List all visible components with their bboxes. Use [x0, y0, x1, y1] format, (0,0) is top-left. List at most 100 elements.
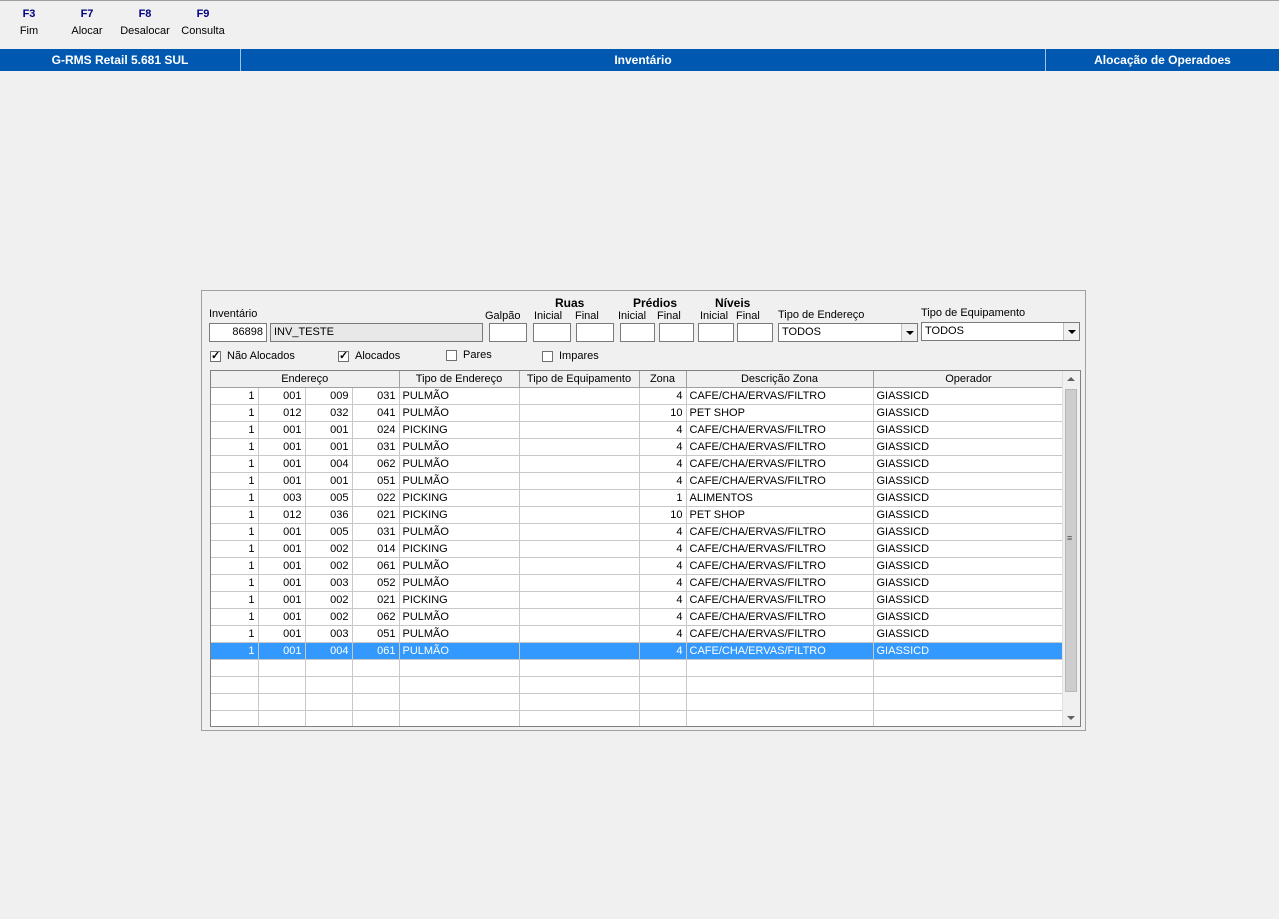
column-header-tipo-equipamento[interactable]: Tipo de Equipamento: [519, 371, 640, 388]
fkey-code: F7: [80, 8, 94, 20]
tipo-equipamento-select[interactable]: TODOS: [921, 322, 1080, 341]
table-row[interactable]: 1 001 009 031 PULMÃO 4 CAFE/CHA/ERVAS/FILTRO GI…: [211, 387, 1065, 405]
table-row[interactable]: 1 001 001 031 PULMÃO 4 CAFE/CHA/ERVAS/FILTRO GI…: [211, 438, 1065, 456]
table-cell: [519, 659, 640, 677]
table-row[interactable]: 1 001 004 062 PULMÃO 4 CAFE/CHA/ERVAS/FILTRO GI…: [211, 455, 1065, 473]
fim-button[interactable]: F3 Fim: [10, 6, 48, 40]
niveis-final-label: Final: [736, 310, 760, 322]
predios-inicial-field[interactable]: [620, 323, 655, 342]
empty-row[interactable]: [211, 659, 1065, 677]
table-row[interactable]: 1 001 005 031 PULMÃO 4 CAFE/CHA/ERVAS/FILTRO GI…: [211, 523, 1065, 541]
table-cell: 001: [305, 421, 353, 439]
column-header-zona[interactable]: Zona: [639, 371, 687, 388]
pares-checkbox[interactable]: Pares: [446, 349, 492, 361]
table-cell: [519, 506, 640, 524]
alocar-button[interactable]: F7 Alocar: [64, 6, 110, 40]
ruas-final-field[interactable]: [576, 323, 614, 342]
table-cell: 032: [305, 404, 353, 422]
table-row[interactable]: 1 001 002 021 PICKING 4 CAFE/CHA/ERVAS/FILTRO G…: [211, 591, 1065, 609]
tipo-endereco-select[interactable]: TODOS: [778, 323, 918, 342]
table-cell: GIASSICD: [873, 455, 1065, 473]
table-row[interactable]: 1 001 001 051 PULMÃO 4 CAFE/CHA/ERVAS/FILTRO GI…: [211, 472, 1065, 490]
table-cell: CAFE/CHA/ERVAS/FILTRO: [686, 421, 874, 439]
table-row[interactable]: 1 001 002 062 PULMÃO 4 CAFE/CHA/ERVAS/FILTRO GI…: [211, 608, 1065, 626]
table-row[interactable]: 1 001 002 014 PICKING 4 CAFE/CHA/ERVAS/FILTRO G…: [211, 540, 1065, 558]
table-row[interactable]: 1 001 003 052 PULMÃO 4 CAFE/CHA/ERVAS/FILTRO GI…: [211, 574, 1065, 592]
galpao-field[interactable]: [489, 323, 527, 342]
table-cell: [519, 608, 640, 626]
table-row[interactable]: 1 001 001 024 PICKING 4 CAFE/CHA/ERVAS/FILTRO G…: [211, 421, 1065, 439]
table-row[interactable]: 1 001 004 061 PULMÃO 4 CAFE/CHA/ERVAS/FILTRO GI…: [211, 642, 1065, 660]
table-cell: GIASSICD: [873, 642, 1065, 660]
empty-row[interactable]: [211, 693, 1065, 711]
consulta-button[interactable]: F9 Consulta: [176, 6, 230, 40]
table-cell: [519, 574, 640, 592]
scroll-down-icon[interactable]: [1067, 716, 1075, 720]
table-cell: ALIMENTOS: [686, 489, 874, 507]
checkbox-icon[interactable]: [446, 349, 457, 361]
checkbox-icon[interactable]: [542, 350, 553, 362]
table-cell: CAFE/CHA/ERVAS/FILTRO: [686, 574, 874, 592]
column-header-tipo-endereco[interactable]: Tipo de Endereço: [399, 371, 520, 388]
table-cell: [211, 693, 259, 711]
table-cell: [873, 659, 1065, 677]
column-header-descricao-zona[interactable]: Descrição Zona: [686, 371, 874, 388]
table-cell: 10: [639, 404, 687, 422]
predios-final-field[interactable]: [659, 323, 694, 342]
table-row[interactable]: 1 003 005 022 PICKING 1 ALIMENTOS GIASSICD: [211, 489, 1065, 507]
nao-alocados-checkbox[interactable]: Não Alocados: [210, 349, 295, 362]
predios-final-label: Final: [657, 310, 681, 322]
alocados-label: Alocados: [355, 350, 401, 362]
table-cell: 021: [352, 506, 400, 524]
table-cell: [305, 710, 353, 726]
table-row[interactable]: 1 001 003 051 PULMÃO 4 CAFE/CHA/ERVAS/FILTRO GI…: [211, 625, 1065, 643]
impares-checkbox[interactable]: Impares: [542, 350, 599, 362]
table-row[interactable]: 1 012 032 041 PULMÃO 10 PET SHOP GIASSICD: [211, 404, 1065, 422]
table-cell: PULMÃO: [399, 642, 520, 660]
table-cell: PICKING: [399, 421, 520, 439]
table-cell: 061: [352, 557, 400, 575]
table-cell: 1: [639, 489, 687, 507]
table-cell: 1: [211, 591, 259, 609]
chevron-down-icon[interactable]: [1063, 323, 1079, 340]
table-cell: 4: [639, 421, 687, 439]
niveis-inicial-field[interactable]: [698, 323, 734, 342]
predios-header: Prédios: [633, 296, 678, 310]
table-cell: 4: [639, 574, 687, 592]
column-header-endereco[interactable]: Endereço: [211, 371, 400, 388]
table-cell: PULMÃO: [399, 455, 520, 473]
table-cell: 051: [352, 625, 400, 643]
alocados-checkbox[interactable]: Alocados: [338, 349, 401, 362]
table-cell: 001: [258, 387, 306, 405]
allocation-grid[interactable]: Endereço Tipo de Endereço Tipo de Equipa…: [210, 370, 1081, 727]
niveis-final-field[interactable]: [737, 323, 773, 342]
inventario-code-field[interactable]: 86898: [209, 323, 267, 342]
table-row[interactable]: 1 012 036 021 PICKING 10 PET SHOP GIASSICD: [211, 506, 1065, 524]
table-cell: PICKING: [399, 489, 520, 507]
nao-alocados-label: Não Alocados: [227, 350, 295, 362]
table-cell: 031: [352, 438, 400, 456]
table-cell: 4: [639, 540, 687, 558]
chevron-down-icon[interactable]: [901, 324, 917, 341]
table-cell: [519, 438, 640, 456]
column-header-operador[interactable]: Operador: [873, 371, 1065, 388]
empty-row[interactable]: [211, 710, 1065, 726]
scroll-up-icon[interactable]: [1067, 377, 1075, 381]
table-cell: CAFE/CHA/ERVAS/FILTRO: [686, 557, 874, 575]
vertical-scrollbar[interactable]: ≡: [1062, 371, 1080, 726]
ruas-inicial-field[interactable]: [533, 323, 571, 342]
table-cell: [639, 710, 687, 726]
table-cell: 002: [305, 540, 353, 558]
desalocar-button[interactable]: F8 Desalocar: [116, 6, 174, 40]
table-cell: PICKING: [399, 591, 520, 609]
table-cell: [305, 676, 353, 694]
checkbox-icon[interactable]: [210, 349, 221, 362]
table-cell: 1: [211, 540, 259, 558]
table-row[interactable]: 1 001 002 061 PULMÃO 4 CAFE/CHA/ERVAS/FILTRO GI…: [211, 557, 1065, 575]
table-cell: 4: [639, 455, 687, 473]
checkbox-icon[interactable]: [338, 349, 349, 362]
table-cell: 001: [258, 608, 306, 626]
table-cell: 024: [352, 421, 400, 439]
table-cell: 4: [639, 608, 687, 626]
empty-row[interactable]: [211, 676, 1065, 694]
